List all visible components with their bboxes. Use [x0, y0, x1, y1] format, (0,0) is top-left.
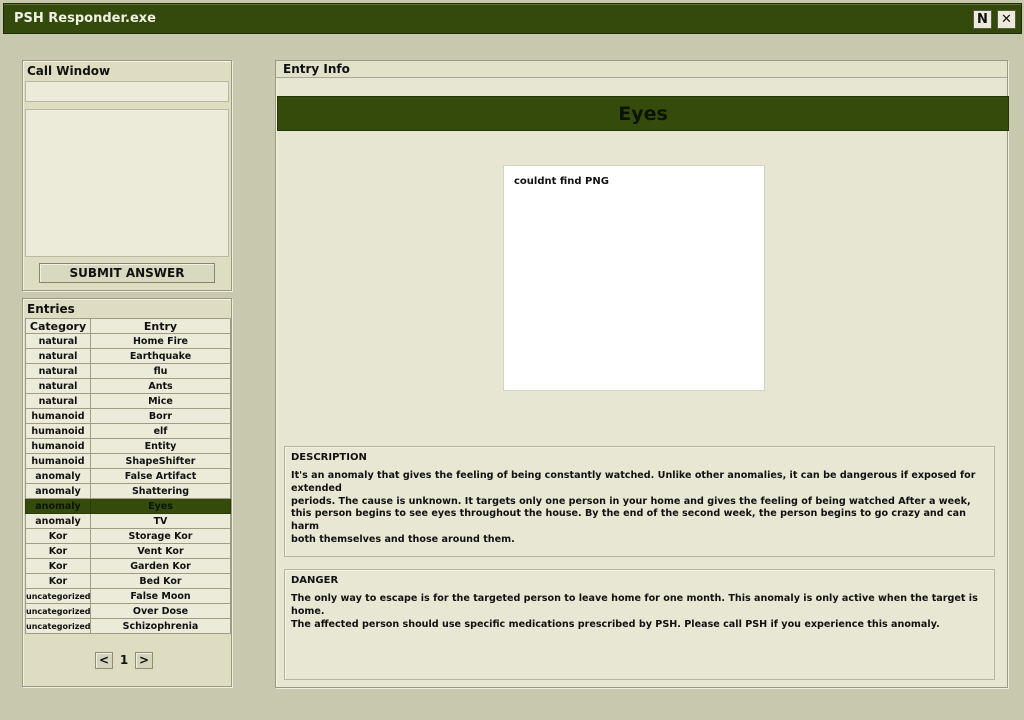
entry-name-cell: Eyes: [90, 498, 231, 514]
entry-name-cell: False Artifact: [90, 468, 231, 484]
entry-name-cell: Ants: [90, 378, 231, 394]
entry-category-cell: Kor: [25, 558, 91, 574]
entry-name-cell: Storage Kor: [90, 528, 231, 544]
entry-name-cell: TV: [90, 513, 231, 529]
entry-category-cell: uncategorized: [25, 603, 91, 619]
entry-info-header: Entry Info: [276, 61, 1007, 78]
entry-image: couldnt find PNG: [503, 165, 765, 391]
entry-name: Eyes: [618, 102, 668, 125]
entry-category-cell: Kor: [25, 573, 91, 589]
entry-info-title: Entry Info: [283, 62, 350, 76]
entry-name-cell: Earthquake: [90, 348, 231, 364]
prev-page-button[interactable]: <: [95, 651, 113, 669]
title-bar: PSH Responder.exe N ✕: [3, 3, 1022, 34]
table-row[interactable]: uncategorized Over Dose: [25, 603, 231, 619]
image-placeholder-text: couldnt find PNG: [514, 176, 609, 187]
call-window-panel: Call Window SUBMIT ANSWER: [22, 60, 232, 291]
entry-name-cell: flu: [90, 363, 231, 379]
table-row[interactable]: humanoid Entity: [25, 438, 231, 454]
table-row[interactable]: natural Home Fire: [25, 333, 231, 349]
next-page-button[interactable]: >: [135, 651, 153, 669]
table-row[interactable]: uncategorized Schizophrenia: [25, 618, 231, 634]
entry-category-cell: anomaly: [25, 468, 91, 484]
category-column-header: Category: [25, 318, 91, 334]
entry-category-cell: uncategorized: [25, 618, 91, 634]
window-title: PSH Responder.exe: [14, 11, 156, 26]
entry-category-cell: natural: [25, 348, 91, 364]
entry-name-cell: Mice: [90, 393, 231, 409]
entries-table: Category Entry natural Home Fire natural Ea…: [25, 318, 231, 634]
call-output-area[interactable]: [25, 109, 229, 257]
table-row[interactable]: anomaly False Artifact: [25, 468, 231, 484]
entry-name-cell: elf: [90, 423, 231, 439]
entry-name-cell: Entity: [90, 438, 231, 454]
n-button[interactable]: N: [973, 10, 992, 29]
pager: < 1 >: [95, 651, 165, 669]
table-row[interactable]: natural Mice: [25, 393, 231, 409]
description-title: DESCRIPTION: [291, 452, 367, 463]
description-text: It's an anomaly that gives the feeling o…: [291, 470, 976, 545]
entry-column-header: Entry: [90, 318, 231, 334]
table-row[interactable]: Kor Storage Kor: [25, 528, 231, 544]
table-row[interactable]: anomaly Shattering: [25, 483, 231, 499]
entry-category-cell: anomaly: [25, 483, 91, 499]
table-row[interactable]: anomaly TV: [25, 513, 231, 529]
entry-category-cell: natural: [25, 393, 91, 409]
entry-category-cell: humanoid: [25, 453, 91, 469]
description-section: DESCRIPTION It's an anomaly that gives t…: [284, 446, 995, 557]
entry-name-cell: ShapeShifter: [90, 453, 231, 469]
danger-title: DANGER: [291, 575, 339, 586]
table-row[interactable]: natural flu: [25, 363, 231, 379]
close-icon[interactable]: ✕: [997, 10, 1016, 29]
entry-category-cell: natural: [25, 363, 91, 379]
table-row[interactable]: humanoid elf: [25, 423, 231, 439]
danger-section: DANGER The only way to escape is for the…: [284, 569, 995, 680]
entry-info-panel: Entry Info Eyes couldnt find PNG DESCRIP…: [275, 60, 1009, 688]
call-input[interactable]: [25, 81, 229, 102]
entry-category-cell: humanoid: [25, 408, 91, 424]
entry-category-cell: Kor: [25, 528, 91, 544]
entry-category-cell: natural: [25, 378, 91, 394]
entry-category-cell: humanoid: [25, 423, 91, 439]
danger-text: The only way to escape is for the target…: [291, 593, 978, 630]
submit-answer-button[interactable]: SUBMIT ANSWER: [39, 263, 215, 283]
entry-name-cell: Schizophrenia: [90, 618, 231, 634]
entry-category-cell: anomaly: [25, 513, 91, 529]
entry-name-cell: False Moon: [90, 588, 231, 604]
call-window-title: Call Window: [27, 64, 111, 78]
entry-name-cell: Vent Kor: [90, 543, 231, 559]
entry-name-cell: Garden Kor: [90, 558, 231, 574]
page-number: 1: [119, 653, 129, 667]
entry-category-cell: anomaly: [25, 498, 91, 514]
table-row[interactable]: Kor Vent Kor: [25, 543, 231, 559]
table-row[interactable]: Kor Bed Kor: [25, 573, 231, 589]
table-row[interactable]: humanoid ShapeShifter: [25, 453, 231, 469]
table-row[interactable]: natural Ants: [25, 378, 231, 394]
entry-name-cell: Bed Kor: [90, 573, 231, 589]
entries-title: Entries: [27, 302, 75, 316]
table-row[interactable]: anomaly Eyes: [25, 498, 231, 514]
entry-name-cell: Shattering: [90, 483, 231, 499]
entries-panel: Entries Category Entry natural Home Fire n…: [22, 298, 232, 687]
table-row[interactable]: Kor Garden Kor: [25, 558, 231, 574]
entry-name-cell: Home Fire: [90, 333, 231, 349]
entry-category-cell: natural: [25, 333, 91, 349]
entry-category-cell: humanoid: [25, 438, 91, 454]
table-row[interactable]: uncategorized False Moon: [25, 588, 231, 604]
entry-name-cell: Over Dose: [90, 603, 231, 619]
entry-category-cell: uncategorized: [25, 588, 91, 604]
entry-name-cell: Borr: [90, 408, 231, 424]
entry-name-banner: Eyes: [277, 96, 1009, 131]
table-row[interactable]: natural Earthquake: [25, 348, 231, 364]
table-row[interactable]: humanoid Borr: [25, 408, 231, 424]
entry-category-cell: Kor: [25, 543, 91, 559]
